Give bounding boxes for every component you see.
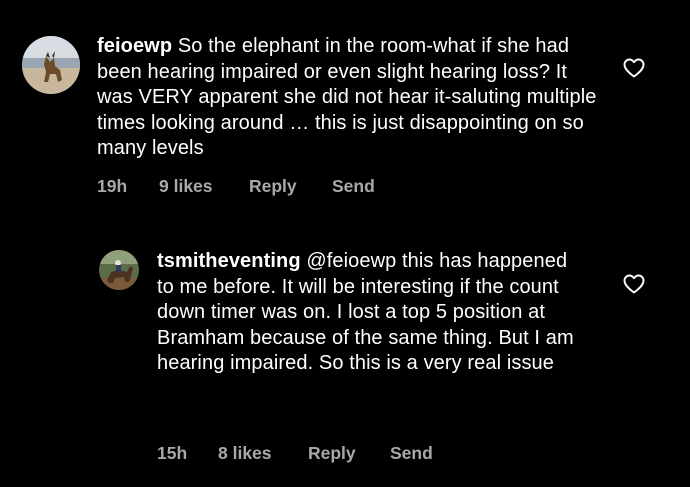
like-button-2[interactable]: [622, 272, 646, 296]
heart-outline-icon: [623, 274, 645, 294]
reply-button-1[interactable]: Reply: [249, 176, 297, 197]
comment-meta-2: 15h 8 likes Reply Send: [157, 443, 557, 465]
send-button-1[interactable]: Send: [332, 176, 375, 197]
dog-beach-photo-icon: [22, 36, 80, 94]
horse-rider-photo-icon: [99, 250, 139, 290]
send-button-2[interactable]: Send: [390, 443, 433, 464]
comment-time-2: 15h: [157, 443, 188, 463]
avatar-feioewp[interactable]: [22, 36, 80, 94]
comment-likes-1[interactable]: 9 likes: [159, 176, 213, 197]
comment-body-1: So the elephant in the room-what if she …: [97, 35, 597, 159]
comment-username-2[interactable]: tsmitheventing: [157, 250, 301, 272]
like-button-1[interactable]: [622, 56, 646, 80]
avatar-tsmitheventing[interactable]: [99, 250, 139, 290]
comment-text-2: tsmitheventing @feioewp this has happene…: [157, 249, 577, 377]
comment-username-1[interactable]: feioewp: [97, 35, 172, 57]
heart-outline-icon: [623, 58, 645, 78]
comment-text-1: feioewp So the elephant in the room-what…: [97, 34, 597, 162]
reply-button-2[interactable]: Reply: [308, 443, 356, 464]
comment-time-1: 19h: [97, 176, 128, 196]
comment-likes-2[interactable]: 8 likes: [218, 443, 272, 464]
comment-meta-1: 19h 9 likes Reply Send: [97, 176, 497, 198]
